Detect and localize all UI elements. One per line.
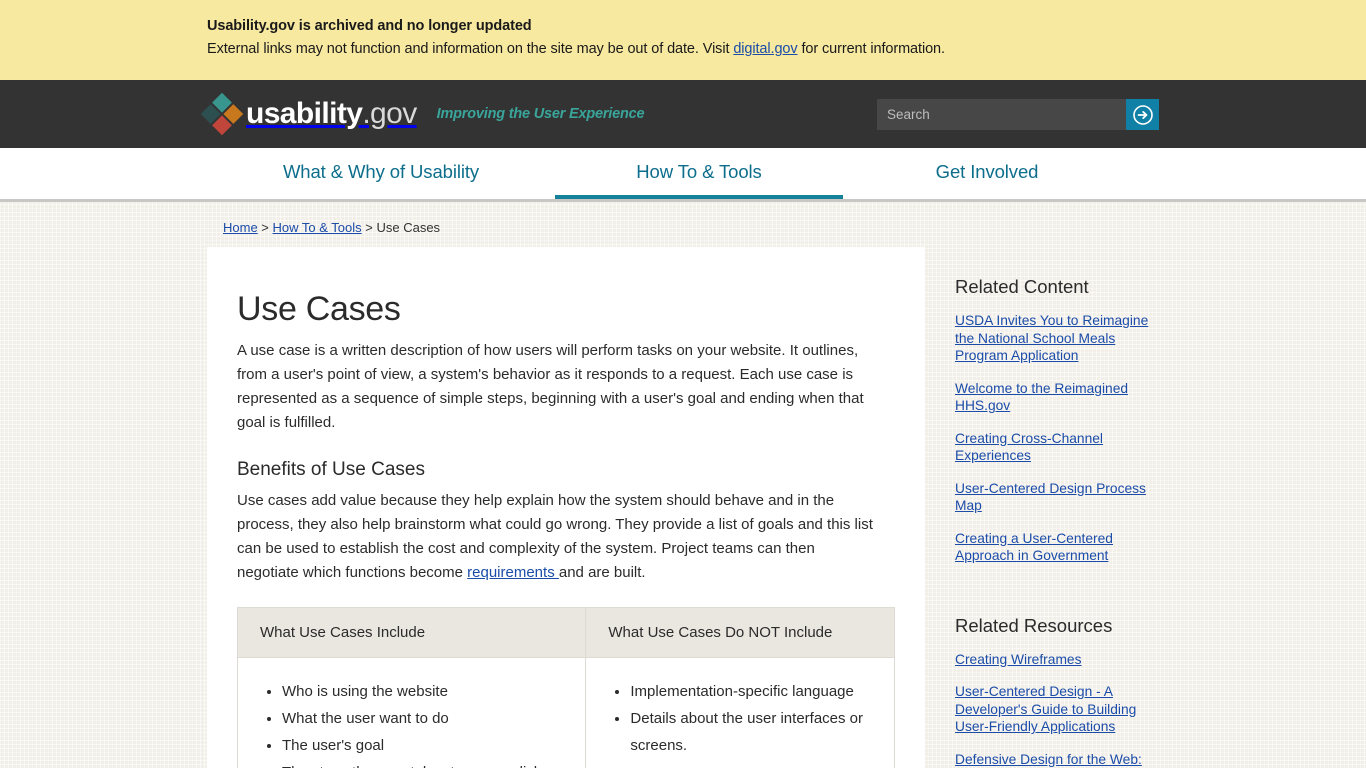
related-content-link[interactable]: Welcome to the Reimagined HHS.gov (955, 380, 1171, 415)
include-list: Who is using the website What the user w… (256, 678, 567, 768)
related-content-link[interactable]: USDA Invites You to Reimagine the Nation… (955, 312, 1171, 365)
site-logo[interactable]: usability.gov (200, 92, 417, 136)
nav-item-what-why-of-usability[interactable]: What & Why of Usability (207, 148, 555, 199)
page-wrapper: Home > How To & Tools > Use Cases Use Ca… (193, 202, 1173, 768)
breadcrumb-section-link[interactable]: How To & Tools (273, 220, 362, 235)
nav-item-how-to-and-tools[interactable]: How To & Tools (555, 148, 843, 199)
table-cell-exclude: Implementation-specific language Details… (585, 657, 895, 768)
related-resource-link[interactable]: Defensive Design for the Web: (955, 751, 1171, 768)
site-header: usability.gov Improving the User Experie… (0, 80, 1366, 148)
requirements-link[interactable]: requirements (467, 564, 559, 581)
breadcrumb-separator-2: > (361, 220, 377, 235)
breadcrumb-separator-1: > (257, 220, 273, 235)
breadcrumb-current: Use Cases (376, 220, 441, 235)
archive-banner-text-before: External links may not function and info… (207, 41, 734, 57)
usability-diamond-logo-icon (200, 92, 244, 136)
site-header-inner: usability.gov Improving the User Experie… (193, 80, 1173, 148)
search-submit-button[interactable] (1126, 99, 1159, 130)
site-tagline: Improving the User Experience (436, 106, 645, 122)
benefits-paragraph: Use cases add value because they help ex… (237, 489, 879, 585)
archive-notice-banner: Usability.gov is archived and no longer … (0, 0, 1366, 80)
table-header-row: What Use Cases Include What Use Cases Do… (236, 607, 895, 658)
related-resources-heading: Related Resources (955, 614, 1113, 636)
related-content-link[interactable]: User-Centered Design Process Map (955, 480, 1171, 515)
archive-banner-inner: Usability.gov is archived and no longer … (193, 16, 1173, 59)
related-content-link[interactable]: Creating a User-Centered Approach in Gov… (955, 530, 1171, 565)
exclude-list: Implementation-specific language Details… (604, 678, 876, 759)
table-body: Who is using the website What the user w… (236, 657, 895, 768)
archive-banner-headline: Usability.gov is archived and no longer … (207, 18, 532, 34)
list-item: The user's goal (282, 732, 567, 759)
list-item: Implementation-specific language (630, 678, 876, 705)
page-title: Use Cases (237, 290, 401, 328)
search-input[interactable] (877, 99, 1126, 130)
logo-wordmark: usability.gov (246, 99, 417, 129)
site-search (877, 99, 1159, 130)
table-row: Who is using the website What the user w… (236, 657, 895, 768)
intro-paragraph: A use case is a written description of h… (237, 342, 864, 431)
benefits-text-after: and are built. (558, 564, 646, 581)
benefits-heading: Benefits of Use Cases (237, 459, 425, 480)
related-content-link[interactable]: Creating Cross-Channel Experiences (955, 430, 1171, 465)
archive-banner-subtext: External links may not function and info… (207, 39, 1173, 59)
breadcrumb: Home > How To & Tools > Use Cases (207, 202, 1173, 247)
main-content-card: Use Cases A use case is a written descri… (207, 247, 925, 768)
list-item: Details about the user interfaces or scr… (630, 705, 876, 759)
related-content-heading: Related Content (955, 276, 1089, 297)
related-resource-link[interactable]: Creating Wireframes (955, 651, 1171, 669)
table-header-include: What Use Cases Include (236, 607, 587, 658)
archive-banner-text-after: for current information. (797, 41, 945, 57)
sidebar: Related Content USDA Invites You to Reim… (955, 247, 1171, 768)
table-cell-include: Who is using the website What the user w… (236, 657, 587, 768)
primary-navigation-inner: What & Why of Usability How To & Tools G… (193, 148, 1173, 199)
logo-wordmark-tld: .gov (362, 97, 417, 130)
breadcrumb-home-link[interactable]: Home (223, 220, 258, 235)
arrow-right-circle-icon (1132, 104, 1153, 125)
digital-gov-link[interactable]: digital.gov (733, 41, 797, 57)
list-item: The steps the user takes to accomplish (282, 759, 567, 768)
list-item: What the user want to do (282, 705, 567, 732)
nav-item-get-involved[interactable]: Get Involved (843, 148, 1131, 199)
primary-navigation: What & Why of Usability How To & Tools G… (0, 148, 1366, 202)
content-columns: Use Cases A use case is a written descri… (207, 247, 1173, 768)
logo-wordmark-name: usability (246, 97, 363, 130)
related-resource-link[interactable]: User-Centered Design - A Developer's Gui… (955, 683, 1171, 736)
table-head: What Use Cases Include What Use Cases Do… (236, 607, 895, 658)
use-cases-comparison-table: What Use Cases Include What Use Cases Do… (236, 607, 895, 768)
table-header-exclude: What Use Cases Do NOT Include (585, 607, 895, 658)
list-item: Who is using the website (282, 678, 567, 705)
